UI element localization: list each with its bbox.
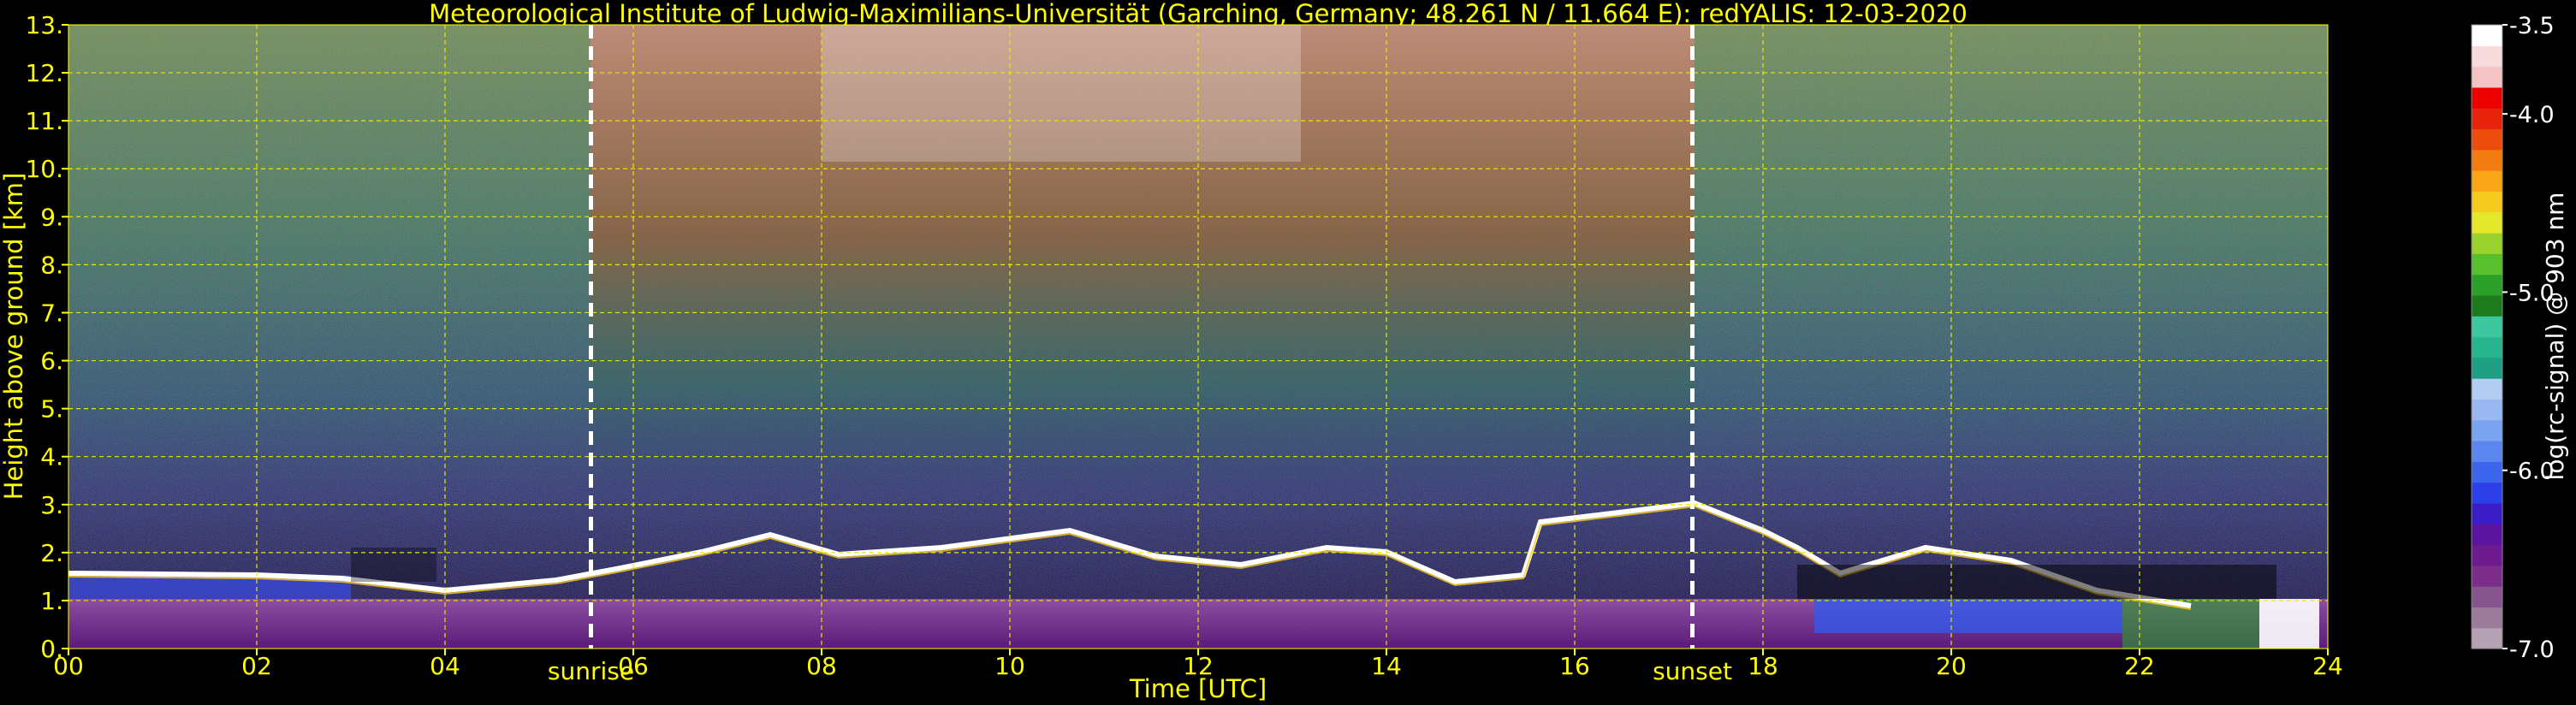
colorbar-segment xyxy=(2472,336,2502,358)
evening-boundary-blue xyxy=(1814,599,2122,633)
y-tick-label: 9. xyxy=(40,203,63,231)
colorbar-segment xyxy=(2472,627,2502,649)
colorbar-tick-label: -7.0 xyxy=(2509,637,2555,663)
y-tick-label: 5. xyxy=(40,395,63,424)
colorbar-segment xyxy=(2472,586,2502,607)
colorbar-label: log(rc-signal) @ 903 nm xyxy=(2541,193,2569,481)
x-tick-label: 22 xyxy=(2124,652,2155,680)
x-tick-label: 04 xyxy=(430,652,460,680)
late-cloud-white xyxy=(2259,599,2319,649)
evening-noise-layer xyxy=(2122,599,2259,649)
y-tick-label: 12. xyxy=(25,59,63,87)
colorbar-segment xyxy=(2472,211,2502,234)
y-axis-label: Height above ground [km] xyxy=(0,173,28,501)
colorbar-segment xyxy=(2472,86,2502,109)
colorbar-segment xyxy=(2472,25,2502,46)
y-tick-label: 7. xyxy=(40,299,63,327)
colorbar-segment xyxy=(2472,66,2502,88)
colorbar-segment xyxy=(2472,441,2502,462)
y-tick-label: 1. xyxy=(40,587,63,615)
colorbar-segment xyxy=(2472,45,2502,68)
y-tick-label: 3. xyxy=(40,491,63,519)
y-tick-label: 13. xyxy=(25,11,63,39)
x-tick-label: 02 xyxy=(241,652,272,680)
colorbar-segment xyxy=(2472,565,2502,587)
annotation-sunrise: sunrise xyxy=(548,657,634,685)
colorbar-segment xyxy=(2472,482,2502,504)
colorbar-segment xyxy=(2472,191,2502,213)
x-tick-label: 24 xyxy=(2312,652,2343,680)
colorbar-segment xyxy=(2472,607,2502,629)
colorbar-segment xyxy=(2472,108,2502,130)
colorbar-segment xyxy=(2472,274,2502,296)
lidar-chart: 00 02 04 06 08 10 12 14 16 18 20 22 24 0.1.2.3.4.5.6… xyxy=(0,11,2569,703)
y-tick-label: 0. xyxy=(40,635,63,663)
y-tick-label: 6. xyxy=(40,347,63,376)
colorbar-segment xyxy=(2472,128,2502,151)
x-axis-label: Time [UTC] xyxy=(1129,674,1267,703)
y-axis-ticks: 0. 1. 2. 3. 4. 5. 6. 7. 8. 9. 10. 11. 12. 13. xyxy=(25,11,68,663)
colorbar-segment xyxy=(2472,419,2502,441)
x-tick-label: 16 xyxy=(1559,652,1590,680)
colorbar-segment xyxy=(2472,399,2502,421)
colorbar-segment xyxy=(2472,524,2502,546)
colorbar-segment xyxy=(2472,357,2502,379)
y-tick-label: 4. xyxy=(40,443,63,471)
upper-bright-band xyxy=(822,25,1301,162)
colorbar-segment xyxy=(2472,294,2502,317)
y-tick-label: 11. xyxy=(25,107,63,135)
x-tick-label: 18 xyxy=(1748,652,1778,680)
dark-gap-evening xyxy=(1797,565,2276,599)
x-tick-label: 08 xyxy=(806,652,837,680)
colorbar-segment xyxy=(2472,461,2502,483)
colorbar-segment xyxy=(2472,502,2502,524)
colorbar-segment xyxy=(2472,378,2502,400)
colorbar-tick-label: -4.0 xyxy=(2509,102,2555,128)
colorbar-segment xyxy=(2472,233,2502,254)
colorbar-tick-label: -3.5 xyxy=(2509,13,2555,39)
x-tick-label: 20 xyxy=(1936,652,1967,680)
colorbar-segment xyxy=(2472,170,2502,192)
annotation-sunset: sunset xyxy=(1653,657,1732,685)
y-tick-label: 2. xyxy=(40,539,63,567)
colorbar-segment xyxy=(2472,544,2502,566)
colorbar-segment xyxy=(2472,316,2502,338)
y-tick-label: 8. xyxy=(40,251,63,279)
colorbar-segment xyxy=(2472,149,2502,171)
x-tick-label: 14 xyxy=(1371,652,1402,680)
colorbar xyxy=(2471,24,2503,649)
y-tick-label: 10. xyxy=(25,155,63,183)
colorbar-segment xyxy=(2472,253,2502,275)
x-tick-label: 10 xyxy=(994,652,1025,680)
